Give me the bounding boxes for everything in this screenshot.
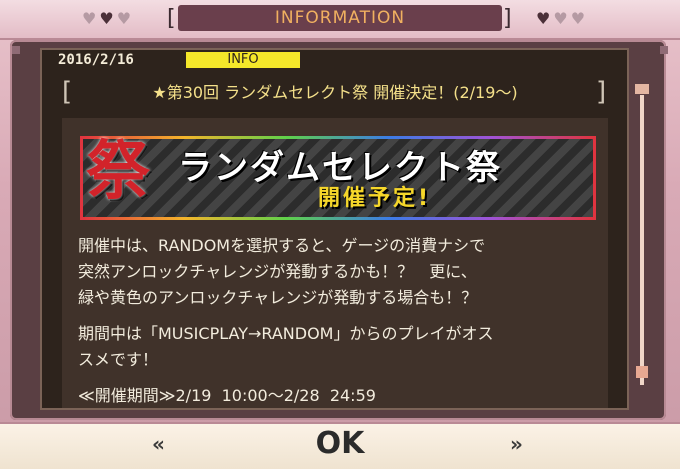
scrollbar-thumb[interactable] bbox=[636, 366, 648, 378]
ok-button[interactable]: OK bbox=[300, 426, 380, 462]
heart-icon: ♥ bbox=[536, 9, 554, 28]
heart-icon: ♥ bbox=[82, 9, 100, 28]
headline: ★第30回 ランダムセレクト祭 開催決定！(2/19～) bbox=[152, 83, 518, 102]
frame-corner bbox=[660, 46, 668, 54]
heart-icon: ♥ bbox=[116, 9, 135, 28]
body-line: 期間中は「MUSICPLAY→RANDOM」からのプレイがオス bbox=[78, 324, 494, 343]
scrollbar-track[interactable] bbox=[640, 95, 644, 385]
body-line: 突然アンロックチャレンジが発動するかも！？ 更に、 bbox=[78, 262, 477, 281]
bracket-right: ] bbox=[596, 77, 607, 107]
window-title: INFORMATION bbox=[274, 8, 406, 28]
banner-title-end: 祭 bbox=[466, 148, 502, 188]
bracket-left: [ bbox=[167, 6, 176, 31]
banner-subtitle: 開催予定! bbox=[318, 186, 432, 211]
hearts-left: ♥♥♥ bbox=[82, 9, 134, 28]
info-tag: INFO bbox=[186, 52, 300, 68]
bracket-right: ] bbox=[503, 6, 512, 31]
event-period: ≪開催期間≫2/19 10:00～2/28 24:59 bbox=[78, 386, 376, 405]
chevron-left-icon: « bbox=[152, 432, 165, 456]
body-line: 開催中は、RANDOMを選択すると、ゲージの消費ナシで bbox=[78, 236, 486, 255]
chevron-right-icon: » bbox=[510, 432, 523, 456]
hearts-right: ♥♥♥ bbox=[536, 9, 588, 28]
banner-kanji: 祭 bbox=[86, 134, 150, 209]
body-line: 緑や黄色のアンロックチャレンジが発動する場合も！？ bbox=[78, 288, 478, 307]
scroll-up-cap[interactable] bbox=[635, 84, 649, 94]
heart-icon: ♥ bbox=[570, 9, 589, 28]
frame-corner bbox=[12, 46, 20, 54]
heart-icon: ♥ bbox=[99, 9, 117, 28]
body-line: スメです！ bbox=[78, 350, 159, 369]
bracket-left: [ bbox=[62, 77, 73, 107]
post-date: 2016/2/16 bbox=[58, 52, 134, 68]
heart-icon: ♥ bbox=[553, 9, 571, 28]
